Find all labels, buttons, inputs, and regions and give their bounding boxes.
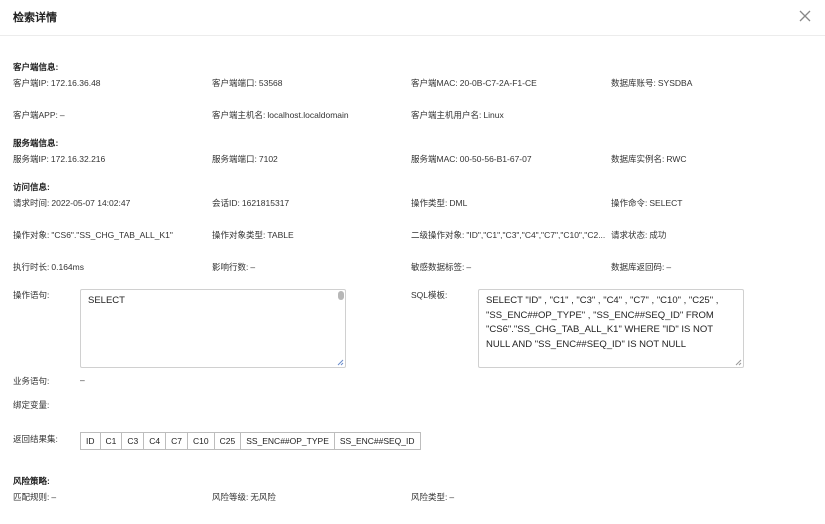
- close-icon[interactable]: [795, 6, 815, 26]
- server-mac-field: 服务端MAC: 00-50-56-B1-67-07: [411, 154, 532, 164]
- table-cell: C25: [213, 432, 242, 450]
- bind-variables-label: 绑定变量:: [13, 400, 50, 410]
- db-account-field: 数据库账号: SYSDBA: [611, 78, 693, 88]
- server-section-title: 服务端信息:: [13, 138, 59, 148]
- client-mac-field: 客户端MAC: 20-0B-C7-2A-F1-CE: [411, 78, 537, 88]
- access-section-title: 访问信息:: [13, 182, 50, 192]
- statement-text: SELECT: [88, 295, 125, 306]
- statement-label: 操作语句:: [13, 290, 50, 300]
- secondary-object-field: 二级操作对象: "ID","C1","C3","C4","C7","C10","C…: [411, 230, 606, 240]
- dialog-title: 检索详情: [13, 12, 57, 24]
- op-type-field: 操作类型: DML: [411, 198, 468, 208]
- db-return-code-field: 数据库返回码: –: [611, 262, 672, 272]
- result-set-table: ID C1 C3 C4 C7 C10 C25 SS_ENC##OP_TYPE S…: [80, 432, 421, 450]
- duration-field: 执行时长: 0.164ms: [13, 262, 84, 272]
- table-cell: C7: [165, 432, 188, 450]
- sql-template-text: SELECT "ID" , "C1" , "C3" , "C4" , "C7" …: [486, 295, 719, 350]
- risk-section-title: 风险策略:: [13, 476, 50, 486]
- session-id-field: 会话ID: 1621815317: [212, 198, 290, 208]
- sensitive-tag-field: 敏感数据标签: –: [411, 262, 472, 272]
- statement-textarea[interactable]: SELECT: [80, 289, 346, 368]
- client-section-title: 客户端信息:: [13, 62, 59, 72]
- table-row: ID C1 C3 C4 C7 C10 C25 SS_ENC##OP_TYPE S…: [80, 432, 421, 450]
- table-cell: C3: [121, 432, 145, 450]
- client-host-field: 客户端主机名: localhost.localdomain: [212, 110, 349, 120]
- table-cell: C1: [99, 432, 123, 450]
- server-ip-field: 服务端IP: 172.16.32.216: [13, 154, 106, 164]
- risk-type-field: 风险类型: –: [411, 492, 455, 502]
- sql-template-label: SQL模板:: [411, 290, 448, 300]
- table-cell: ID: [80, 432, 101, 450]
- table-cell: SS_ENC##OP_TYPE: [240, 432, 335, 450]
- client-app-field: 客户端APP: –: [13, 110, 65, 120]
- match-rule-field: 匹配规则: –: [13, 492, 57, 502]
- server-port-field: 服务端端口: 7102: [212, 154, 278, 164]
- detail-dialog: 检索详情 客户端信息: 客户端IP: 172.16.36.48 客户端端口: 535…: [0, 0, 825, 524]
- table-cell: SS_ENC##SEQ_ID: [333, 432, 421, 450]
- op-object-type-field: 操作对象类型: TABLE: [212, 230, 294, 240]
- dialog-header: 检索详情: [0, 0, 825, 36]
- client-user-field: 客户端主机用户名: Linux: [411, 110, 504, 120]
- risk-level-field: 风险等级: 无风险: [212, 492, 276, 502]
- db-instance-field: 数据库实例名: RWC: [611, 154, 687, 164]
- business-statement-label: 业务语句:: [13, 376, 50, 386]
- table-cell: C10: [187, 432, 215, 450]
- scrollbar-thumb[interactable]: [338, 291, 344, 300]
- sql-template-textarea[interactable]: SELECT "ID" , "C1" , "C3" , "C4" , "C7" …: [478, 289, 744, 368]
- business-statement-value: –: [80, 375, 85, 385]
- op-command-field: 操作命令: SELECT: [611, 198, 683, 208]
- client-port-field: 客户端端口: 53568: [212, 78, 283, 88]
- result-set-label: 返回结果集:: [13, 434, 58, 444]
- client-ip-field: 客户端IP: 172.16.36.48: [13, 78, 101, 88]
- request-time-field: 请求时间: 2022-05-07 14:02:47: [13, 198, 131, 208]
- op-object-field: 操作对象: "CS6"."SS_CHG_TAB_ALL_K1": [13, 230, 173, 240]
- request-status-field: 请求状态: 成功: [611, 230, 667, 240]
- affected-rows-field: 影响行数: –: [212, 262, 256, 272]
- table-cell: C4: [143, 432, 167, 450]
- resize-handle-icon[interactable]: [735, 359, 742, 366]
- resize-handle-icon[interactable]: [337, 359, 344, 366]
